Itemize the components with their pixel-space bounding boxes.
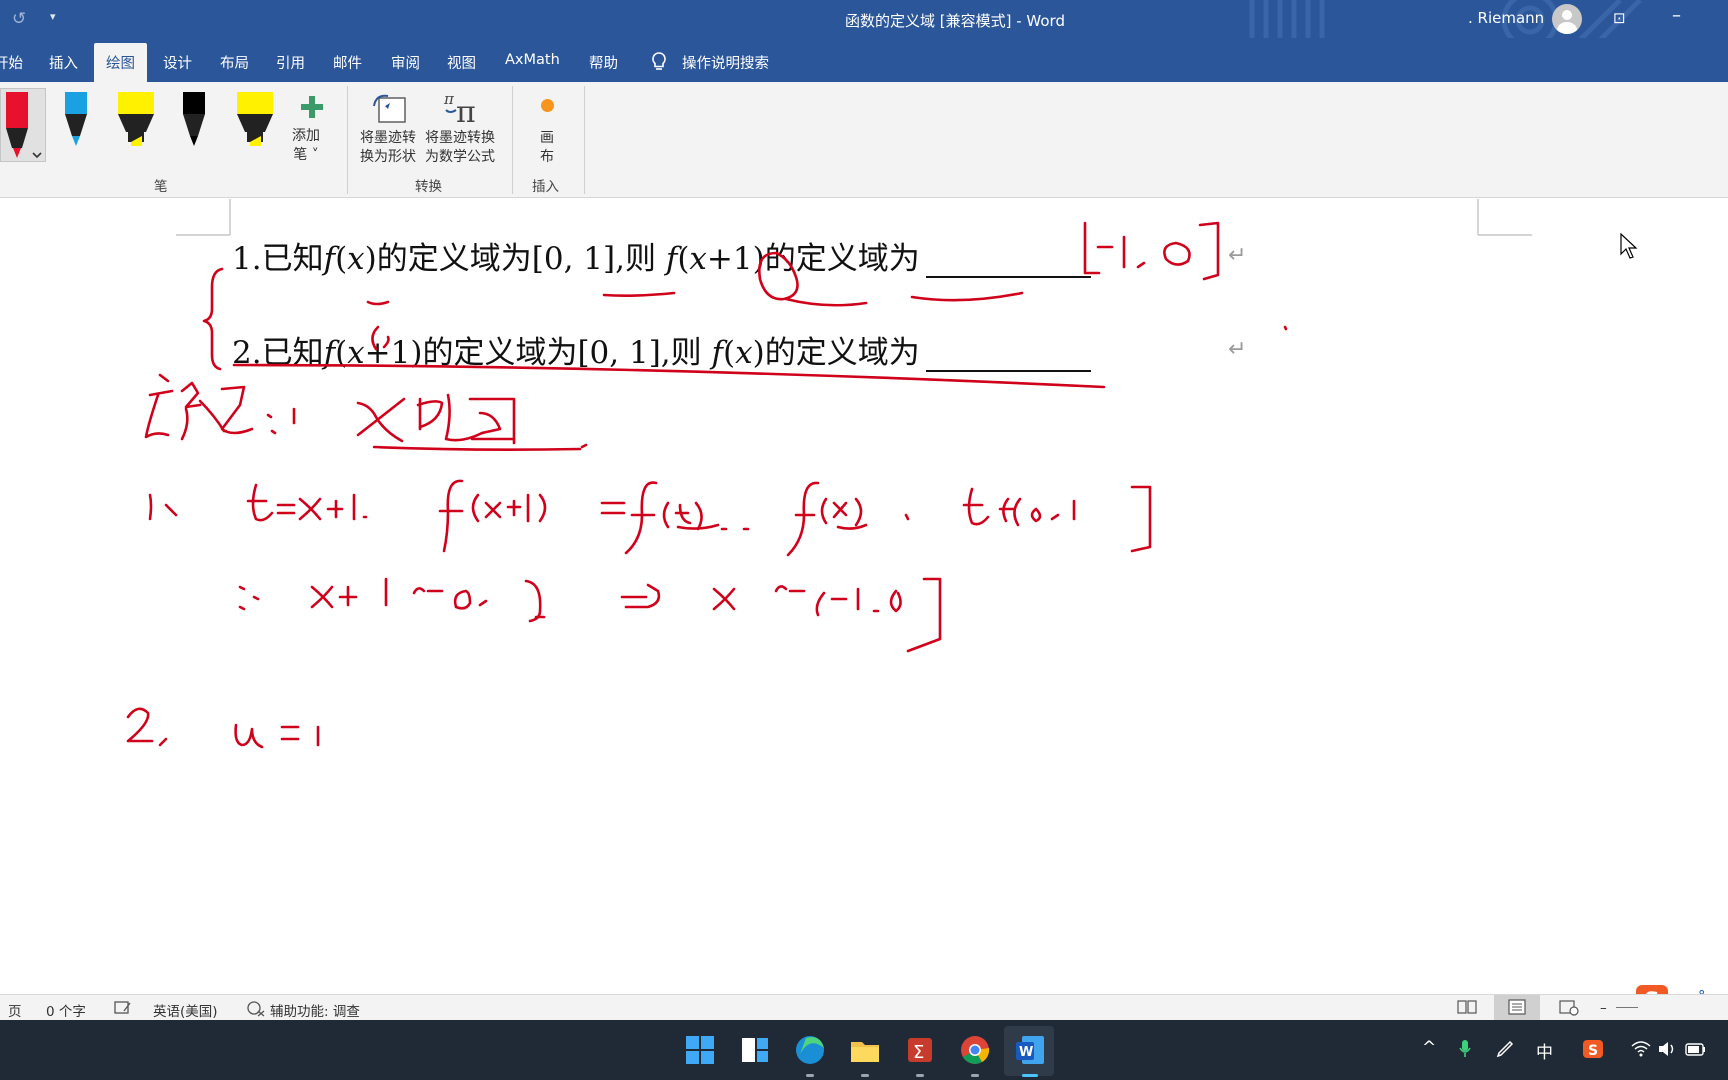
ink-to-math-button[interactable]: 将墨迹转换 为数学公式 bbox=[425, 129, 495, 167]
edge-icon[interactable] bbox=[790, 1030, 830, 1070]
tab-mailings[interactable]: 邮件 bbox=[333, 52, 362, 73]
tab-home[interactable]: 开始 bbox=[0, 52, 23, 73]
group-label-convert: 转换 bbox=[415, 179, 442, 195]
ink-to-shape-button[interactable]: 将墨迹转 换为形状 bbox=[360, 129, 416, 167]
minimize-button[interactable]: – bbox=[1672, 5, 1681, 26]
wifi-icon[interactable] bbox=[1630, 1038, 1652, 1060]
tab-review[interactable]: 审阅 bbox=[391, 52, 420, 73]
group-separator bbox=[347, 86, 348, 194]
tab-axmath[interactable]: AxMath bbox=[505, 52, 560, 68]
svg-text:π: π bbox=[443, 90, 455, 108]
chrome-icon[interactable] bbox=[955, 1030, 995, 1070]
sogou-tray-icon[interactable]: S bbox=[1582, 1038, 1604, 1060]
accessibility-status[interactable]: 辅助功能: 调查 bbox=[270, 1000, 360, 1020]
tab-help[interactable]: 帮助 bbox=[589, 52, 618, 73]
ink-to-shape-icon bbox=[373, 94, 406, 123]
svg-text:Σ: Σ bbox=[913, 1042, 924, 1063]
tab-references[interactable]: 引用 bbox=[276, 52, 305, 73]
tell-me-search[interactable]: 操作说明搜索 bbox=[682, 52, 769, 73]
svg-text:S: S bbox=[1588, 1043, 1598, 1059]
read-mode-icon[interactable] bbox=[1456, 998, 1478, 1016]
file-explorer-icon[interactable] bbox=[845, 1030, 885, 1070]
windows-start-icon[interactable] bbox=[680, 1030, 720, 1070]
black-pen-icon[interactable] bbox=[176, 90, 216, 160]
yellow-highlighter-icon[interactable] bbox=[116, 90, 156, 160]
proofing-icon[interactable] bbox=[112, 999, 134, 1017]
page-indicator[interactable]: 页 bbox=[8, 1000, 22, 1020]
avatar[interactable] bbox=[1552, 4, 1582, 34]
group-separator bbox=[512, 86, 513, 194]
mouse-cursor-icon bbox=[1620, 233, 1638, 259]
add-pen-plus-icon[interactable] bbox=[299, 94, 325, 120]
tray-chevron-icon[interactable]: ^ bbox=[1422, 1038, 1436, 1058]
task-view-icon[interactable] bbox=[735, 1030, 775, 1070]
print-layout-icon[interactable] bbox=[1506, 998, 1528, 1016]
word-icon[interactable]: W bbox=[1010, 1030, 1050, 1070]
ribbon-tabs: 开始 插入 绘图 设计 布局 引用 邮件 审阅 视图 AxMath 帮助 操作说… bbox=[0, 38, 1728, 82]
ribbon-display-options-icon[interactable]: ⊡ bbox=[1613, 9, 1626, 27]
web-layout-icon[interactable] bbox=[1558, 998, 1580, 1016]
group-separator bbox=[584, 86, 585, 194]
ribbon: 添加笔 ˅ 将墨迹转 换为形状 π π 将墨迹转换 为数学公式 画布 笔 转换 插入 bbox=[0, 82, 1728, 198]
svg-text:π: π bbox=[456, 95, 476, 126]
tab-design[interactable]: 设计 bbox=[163, 52, 192, 73]
battery-icon[interactable] bbox=[1684, 1038, 1708, 1060]
canvas-icon bbox=[541, 99, 554, 112]
tab-view[interactable]: 视图 bbox=[447, 52, 476, 73]
drawing-canvas-button[interactable]: 画布 bbox=[540, 129, 554, 167]
volume-icon[interactable] bbox=[1656, 1038, 1678, 1060]
zoom-out-button[interactable]: – bbox=[1600, 1000, 1607, 1016]
handwritten-ink-layer[interactable] bbox=[0, 199, 1728, 994]
user-name[interactable]: . Riemann bbox=[1468, 9, 1544, 27]
red-pen-icon[interactable] bbox=[2, 90, 42, 160]
lightbulb-icon bbox=[652, 52, 666, 70]
group-label-pens: 笔 bbox=[154, 179, 168, 195]
taskbar: Σ W ^ 中 S bbox=[0, 1020, 1728, 1080]
zoom-slider[interactable] bbox=[1616, 1007, 1638, 1008]
svg-text:W: W bbox=[1019, 1045, 1033, 1060]
ink-to-math-pi-icon: π π bbox=[443, 90, 476, 126]
add-pen-button[interactable]: 添加笔 ˅ bbox=[292, 127, 320, 165]
ime-indicator[interactable]: 中 bbox=[1536, 1038, 1553, 1063]
status-bar: 页 0 个字 英语(美国) 辅助功能: 调查 – bbox=[0, 994, 1728, 1020]
microphone-icon[interactable] bbox=[1458, 1038, 1472, 1060]
yellow-highlighter-2-icon[interactable] bbox=[235, 90, 275, 160]
word-count[interactable]: 0 个字 bbox=[46, 1000, 86, 1020]
blue-pen-icon[interactable] bbox=[58, 90, 98, 160]
tab-draw[interactable]: 绘图 bbox=[94, 43, 147, 82]
group-label-insert: 插入 bbox=[532, 179, 559, 195]
tab-layout[interactable]: 布局 bbox=[220, 52, 249, 73]
document-page[interactable]: 1.已知f(x)的定义域为[0, 1],则 f(x+1)的定义域为 ↵ 2.已知… bbox=[0, 199, 1728, 994]
mathcad-app-icon[interactable]: Σ bbox=[900, 1030, 940, 1070]
title-bar: ↺ ▾ 函数的定义域 [兼容模式] - Word . Riemann ⊡ – bbox=[0, 0, 1728, 38]
pen-menu-icon[interactable] bbox=[1494, 1038, 1516, 1060]
tab-insert[interactable]: 插入 bbox=[49, 52, 78, 73]
accessibility-icon bbox=[247, 1001, 265, 1017]
language-indicator[interactable]: 英语(美国) bbox=[153, 1000, 218, 1020]
